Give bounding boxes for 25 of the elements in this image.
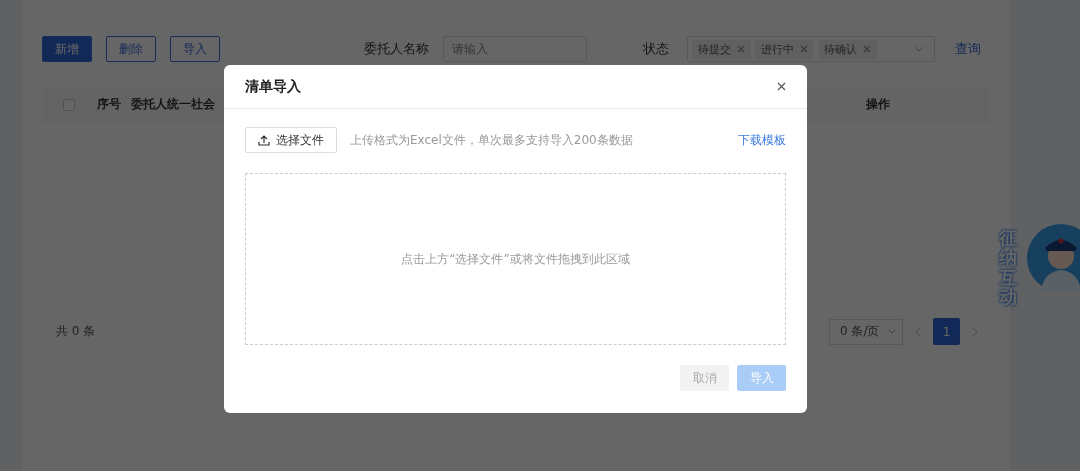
chevron-down-icon (914, 46, 924, 52)
next-page-icon[interactable] (972, 326, 978, 337)
chevron-down-icon (887, 329, 896, 334)
column-header: 序号 (97, 96, 122, 113)
upload-icon (258, 134, 270, 146)
drop-zone[interactable]: 点击上方“选择文件”或将文件拖拽到此区域 (245, 173, 786, 345)
total-count: 共 0 条 (56, 323, 96, 340)
drop-hint: 点击上方“选择文件”或将文件拖拽到此区域 (401, 250, 630, 268)
column-header: 操作 (866, 96, 890, 113)
column-header: 委托人统一社会 (131, 96, 215, 113)
toolbar-button[interactable]: 删除 (106, 36, 156, 62)
dialog-title: 清单导入 (245, 77, 301, 96)
filter-label: 委托人名称 (364, 40, 429, 58)
query-link[interactable]: 查询 (955, 40, 981, 58)
add-button[interactable]: 新增 (42, 36, 92, 62)
download-template-link[interactable]: 下载模板 (738, 131, 786, 149)
page-size-select[interactable]: 0 条/页 (829, 318, 903, 345)
prev-page-icon[interactable] (915, 326, 921, 337)
filter-label: 状态 (643, 40, 669, 58)
upload-hint: 上传格式为Excel文件，单次最多支持导入200条数据 (350, 131, 633, 149)
widget-label: 征纳互动 (999, 228, 1017, 308)
toolbar-button[interactable]: 导入 (170, 36, 220, 62)
choose-file-button[interactable]: 选择文件 (245, 127, 337, 153)
close-icon[interactable] (777, 82, 786, 91)
page-number[interactable]: 1 (933, 318, 960, 345)
